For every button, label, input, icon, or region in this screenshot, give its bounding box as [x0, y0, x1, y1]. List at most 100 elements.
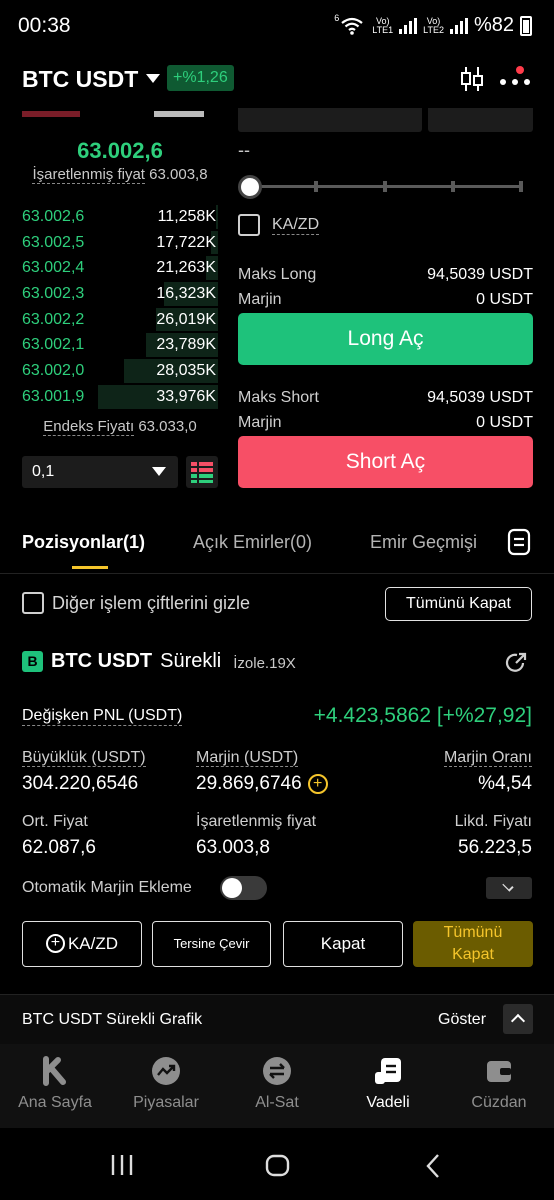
tpsl-button[interactable]: + KA/ZD	[22, 921, 142, 967]
nav-markets[interactable]: Piyasalar	[111, 1056, 221, 1112]
nav-home-label: Ana Sayfa	[18, 1094, 92, 1111]
pair-title[interactable]: BTC USDT	[22, 66, 138, 93]
close-button[interactable]: Kapat	[283, 921, 403, 967]
amount-value[interactable]: --	[238, 140, 250, 161]
lte1-label: Vo) LTE1	[372, 16, 393, 35]
chart-bar[interactable]: BTC USDT Sürekli Grafik Göster	[0, 994, 554, 1044]
tpsl-button-label: KA/ZD	[67, 934, 119, 953]
max-short-label: Maks Short	[238, 389, 319, 406]
margin-value: 29.869,6746	[196, 773, 302, 794]
signal2-icon	[449, 17, 468, 34]
size-label: Büyüklük (USDT)	[22, 749, 146, 767]
index-price-line: Endeks Fiyatı 63.033,0	[22, 418, 218, 436]
orderbook-price: 63.002,2	[22, 310, 85, 328]
close-all-button[interactable]: Tümünü Kapat	[385, 587, 532, 621]
more-menu-icon[interactable]	[498, 64, 538, 94]
index-price-value: 63.033,0	[138, 418, 197, 435]
orderbook-row[interactable]: 63.002,2 26,019K	[22, 307, 218, 333]
orderbook-price: 63.002,3	[22, 285, 85, 303]
add-margin-icon[interactable]: +	[307, 773, 328, 794]
hide-other-pairs-checkbox[interactable]	[22, 592, 44, 614]
margin-short-row: Marjin 0 USDT	[238, 414, 533, 432]
nav-futures[interactable]: Vadeli	[333, 1056, 443, 1112]
leverage-slider[interactable]	[238, 174, 532, 200]
orderbook-qty: 17,722K	[156, 233, 216, 251]
header: BTC USDT +%1,26	[0, 58, 554, 102]
battery-text: %82	[473, 14, 514, 36]
tpsl-label: KA/ZD	[272, 215, 320, 235]
status-icons: 6 Vo) LTE1 Vo) LTE2 %82	[334, 13, 532, 37]
wallet-icon	[487, 1061, 511, 1082]
orderbook-mode-icon[interactable]	[186, 456, 218, 488]
close-all-position-button[interactable]: Tümünü Kapat	[413, 921, 533, 967]
candlestick-icon[interactable]	[458, 64, 488, 94]
orderbook-qty: 21,263K	[156, 259, 216, 277]
orderbook-price: 63.002,4	[22, 259, 85, 277]
depth-step-select[interactable]: 0,1	[22, 456, 178, 488]
lte2-label: Vo) LTE2	[423, 16, 444, 35]
unit-select[interactable]	[428, 108, 533, 132]
orderbook-qty: 28,035K	[156, 362, 216, 380]
orderbook-row[interactable]: 63.002,1 23,789K	[22, 332, 218, 358]
recent-apps-icon[interactable]	[110, 1154, 136, 1176]
document-icon[interactable]	[506, 528, 532, 556]
nav-trade[interactable]: Al-Sat	[222, 1056, 332, 1112]
chevron-up-icon[interactable]	[503, 1004, 533, 1034]
margin-short-value: 0 USDT	[476, 414, 533, 431]
position-type: Sürekli	[160, 650, 222, 672]
depth-bar	[216, 205, 218, 229]
tpsl-toggle[interactable]: KA/ZD	[238, 214, 320, 236]
auto-margin-toggle[interactable]	[220, 876, 267, 900]
home-button-icon[interactable]	[265, 1154, 291, 1178]
tpsl-checkbox[interactable]	[238, 214, 260, 236]
orderbook-price: 63.001,9	[22, 387, 85, 405]
orderbook-row[interactable]: 63.002,6 11,258K	[22, 204, 218, 230]
orderbook-row[interactable]: 63.001,9 33,976K	[22, 384, 218, 410]
unrealized-pnl-label: Değişken PNL (USDT)	[22, 707, 183, 726]
clock: 00:38	[18, 14, 71, 37]
slider-knob[interactable]	[238, 175, 262, 199]
back-icon[interactable]	[424, 1153, 442, 1179]
pair-dropdown-icon[interactable]	[146, 74, 160, 83]
mark-price-value: 63.003,8	[149, 166, 208, 183]
orderbook-row[interactable]: 63.002,4 21,263K	[22, 255, 218, 281]
open-short-button[interactable]: Short Aç	[238, 436, 533, 488]
orderbook-price: 63.002,6	[22, 208, 85, 225]
orderbook-row[interactable]: 63.002,3 16,323K	[22, 281, 218, 307]
tab-positions[interactable]: Pozisyonlar(1)	[22, 532, 145, 553]
margin-long-label: Marjin	[238, 291, 282, 308]
hide-other-pairs[interactable]: Diğer işlem çiftlerini gizle	[22, 592, 250, 614]
chevron-down-icon	[502, 880, 514, 892]
margin-label-text: Marjin (USDT)	[196, 749, 299, 767]
lte2-bottom: LTE2	[423, 24, 444, 35]
liq-price-label: Likd. Fiyatı	[454, 813, 532, 830]
reverse-button[interactable]: Tersine Çevir	[152, 921, 271, 967]
margin-ratio-label: Marjin Oranı	[443, 749, 532, 767]
orderbook-bids: 63.002,6 11,258K 63.002,5 17,722K 63.002,4 21…	[22, 204, 218, 410]
tab-open-orders[interactable]: Açık Emirler(0)	[193, 532, 312, 553]
orderbook-qty: 23,789K	[156, 336, 216, 354]
chart-show-label[interactable]: Göster	[438, 1011, 486, 1029]
max-long-value: 94,5039 USDT	[427, 266, 533, 283]
close-all-line1: Tümünü	[443, 924, 503, 941]
orderbook-row[interactable]: 63.002,0 28,035K	[22, 358, 218, 384]
orderbook-row[interactable]: 63.002,5 17,722K	[22, 230, 218, 256]
avg-price-value: 62.087,6	[22, 837, 96, 858]
price-input[interactable]	[238, 108, 422, 132]
nav-markets-label: Piyasalar	[133, 1094, 199, 1111]
nav-futures-label: Vadeli	[366, 1094, 410, 1111]
expand-button[interactable]	[486, 877, 532, 899]
slider-tick	[519, 181, 523, 192]
auto-margin-label: Otomatik Marjin Ekleme	[22, 879, 192, 896]
share-icon[interactable]	[503, 650, 529, 676]
signal1-icon	[399, 17, 418, 34]
margin-long-value: 0 USDT	[476, 291, 533, 308]
nav-wallet[interactable]: Cüzdan	[444, 1056, 554, 1112]
nav-home[interactable]: Ana Sayfa	[0, 1056, 110, 1112]
orderbook-qty: 33,976K	[156, 387, 216, 405]
position-pair: BTC USDT	[51, 650, 153, 672]
tab-order-history[interactable]: Emir Geçmişi	[370, 532, 477, 553]
avg-price-label: Ort. Fiyat	[22, 813, 88, 830]
trade-icon	[263, 1057, 291, 1085]
open-long-button[interactable]: Long Aç	[238, 313, 533, 365]
